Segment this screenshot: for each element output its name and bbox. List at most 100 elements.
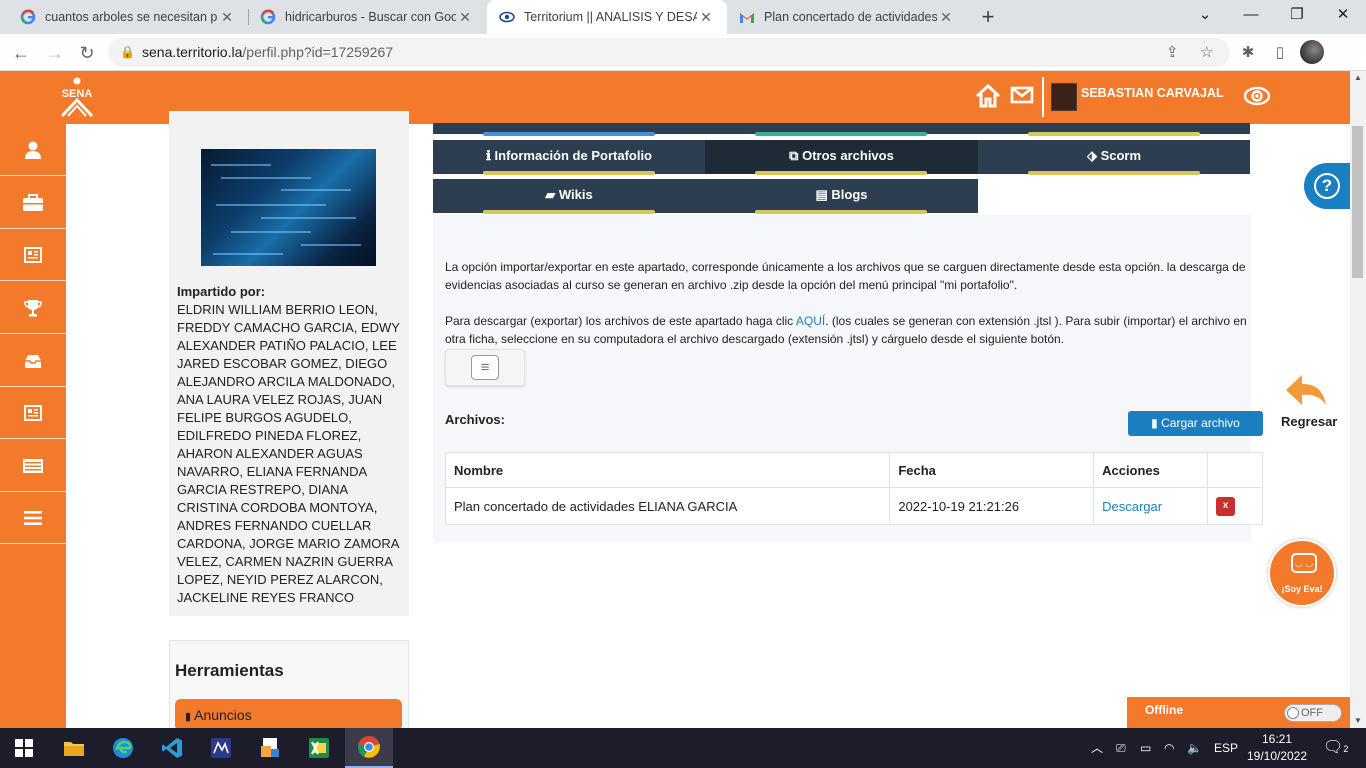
language-indicator[interactable]: ESP [1214,728,1238,768]
document-icon: ≡ [471,355,499,380]
column-header [1207,452,1263,488]
side-panel-icon[interactable]: ▯ [1268,41,1292,65]
close-tab-icon[interactable]: ✕ [456,9,474,26]
course-image [201,149,376,266]
file-explorer-icon[interactable] [50,728,98,768]
reload-icon[interactable]: ↻ [74,40,100,66]
menu-icon[interactable] [0,492,66,544]
battery-icon[interactable]: ▭ [1140,728,1151,768]
clock[interactable]: 16:21 19/10/2022 [1244,731,1310,765]
chrome-icon[interactable] [345,728,393,768]
left-nav [0,124,66,728]
minimize-button[interactable]: — [1228,0,1274,30]
descargar-link[interactable]: Descargar [1102,499,1162,514]
vscode-icon[interactable] [148,728,196,768]
new-tab-button[interactable]: + [976,4,1000,30]
star-icon[interactable]: ☆ [1200,38,1213,67]
maximize-button[interactable]: ❐ [1274,0,1320,30]
user-avatar[interactable] [1051,83,1077,111]
excel-app-icon[interactable] [295,728,343,768]
upload-icon: ▮ [1151,416,1158,430]
import-export-note: La opción importar/exportar en este apar… [445,260,1246,292]
notifications-icon[interactable]: 🗨2 [1323,728,1348,768]
tab-otros-archivos[interactable]: ⧉ Otros archivos [705,140,978,174]
briefcase-icon[interactable] [0,177,66,229]
page-viewport: SENA SEBASTIAN CARVAJAL Impartido por: E… [0,71,1350,728]
page-scrollbar[interactable]: ▲ ▼ [1350,71,1366,728]
forward-arrow-icon[interactable]: → [42,40,68,66]
tab-search-icon[interactable]: ⌄ [1182,0,1228,30]
archivos-label: Archivos: [445,412,505,427]
close-tab-icon[interactable]: ✕ [697,9,715,26]
aqui-link[interactable]: AQUÍ [796,314,825,328]
browser-toolbar: ← → ↻ 🔒 sena.territorio.la/perfil.php?id… [0,34,1366,71]
import-file-button[interactable]: ≡ [445,349,525,386]
windows-start-icon[interactable] [0,728,48,768]
edge-icon[interactable] [99,728,147,768]
tray-chevron-icon[interactable]: ︿ [1091,728,1103,768]
sena-logo[interactable]: SENA [56,76,98,118]
download-instructions: Para descargar (exportar) los archivos d… [445,314,1247,346]
card-icon[interactable] [0,440,66,492]
volume-muted-icon[interactable]: 🔈 [1187,728,1202,768]
extensions-icon[interactable]: ✱ [1236,41,1260,65]
tab-blogs[interactable]: ▤ Blogs [705,179,978,213]
close-window-button[interactable]: ✕ [1320,0,1366,30]
column-header: Fecha [889,452,1095,488]
profile-avatar[interactable] [1300,40,1324,64]
close-tab-icon[interactable]: ✕ [937,9,955,26]
user-name[interactable]: SEBASTIAN CARVAJAL [1081,86,1224,100]
document-app-icon[interactable] [246,728,294,768]
tools-title: Herramientas [175,661,284,680]
browser-tab[interactable]: cuantos arboles se necesitan para ✕ [8,0,248,34]
file-name: Plan concertado de actividades ELIANA GA… [444,487,891,525]
tag-icon: ⬗ [1086,148,1097,163]
help-button[interactable]: ? [1304,163,1350,209]
offline-label: Offline [1145,703,1183,717]
tab-scorm[interactable]: ⬗ Scorm [978,140,1250,174]
wifi-icon[interactable]: ◠ [1164,728,1174,768]
browser-tab-strip: cuantos arboles se necesitan para ✕ hidr… [0,0,1366,34]
scroll-thumb[interactable] [1352,126,1363,278]
tab-wikis[interactable]: ▰ Wikis [433,179,705,213]
cargar-archivo-button[interactable]: ▮ Cargar archivo [1128,411,1263,436]
home-icon[interactable] [975,83,1001,115]
files-table: Nombre Fecha Acciones Plan concertado de… [444,452,1263,525]
delete-file-button[interactable]: x [1216,497,1236,516]
inbox-icon[interactable] [0,335,66,387]
column-header: Acciones [1093,452,1209,488]
share-icon[interactable]: ⇪ [1166,38,1179,67]
impartido-label: Impartido por: [177,284,266,299]
trophy-icon[interactable] [0,282,66,334]
tab-informacion-portafolio[interactable]: ℹ Información de Portafolio [433,140,705,174]
google-icon [260,9,276,25]
newspaper-icon[interactable] [0,229,66,281]
notebook-icon[interactable] [0,387,66,439]
eva-assistant-button[interactable]: ◡ ◡ ¡Soy Eva! [1268,539,1336,607]
back-arrow-icon[interactable]: ← [8,40,34,66]
mail-icon[interactable] [1010,84,1034,112]
eye-icon[interactable] [1243,85,1271,114]
gmail-icon [739,9,755,25]
google-icon [20,9,36,25]
info-icon: ℹ [485,148,491,163]
back-arrow-icon[interactable] [1284,371,1328,414]
browser-tab-active[interactable]: Territorium || ANALISIS Y DESARR ✕ [487,0,727,34]
browser-tab[interactable]: Plan concertado de actividades - ✕ [727,0,967,34]
lock-icon: 🔒 [120,45,135,59]
bookmark-icon: ▰ [545,187,556,202]
address-bar[interactable]: 🔒 sena.territorio.la/perfil.php?id=17259… [108,38,1230,67]
scroll-down-icon[interactable]: ▼ [1350,714,1366,728]
copy-icon: ⧉ [789,148,799,163]
regresar-label[interactable]: Regresar [1281,414,1337,429]
user-icon[interactable] [0,124,66,176]
meet-now-icon[interactable]: ⎚ [1116,728,1126,768]
table-header-row: Nombre Fecha Acciones [444,452,1263,488]
robot-face-icon: ◡ ◡ [1291,553,1317,573]
network-app-icon[interactable] [197,728,245,768]
offline-toggle[interactable]: OFF [1284,704,1342,722]
anuncios-button[interactable]: ▮ Anuncios [175,699,402,728]
browser-tab[interactable]: hidricarburos - Buscar con Googl ✕ [248,0,486,34]
scroll-up-icon[interactable]: ▲ [1350,71,1366,85]
close-tab-icon[interactable]: ✕ [218,9,236,26]
